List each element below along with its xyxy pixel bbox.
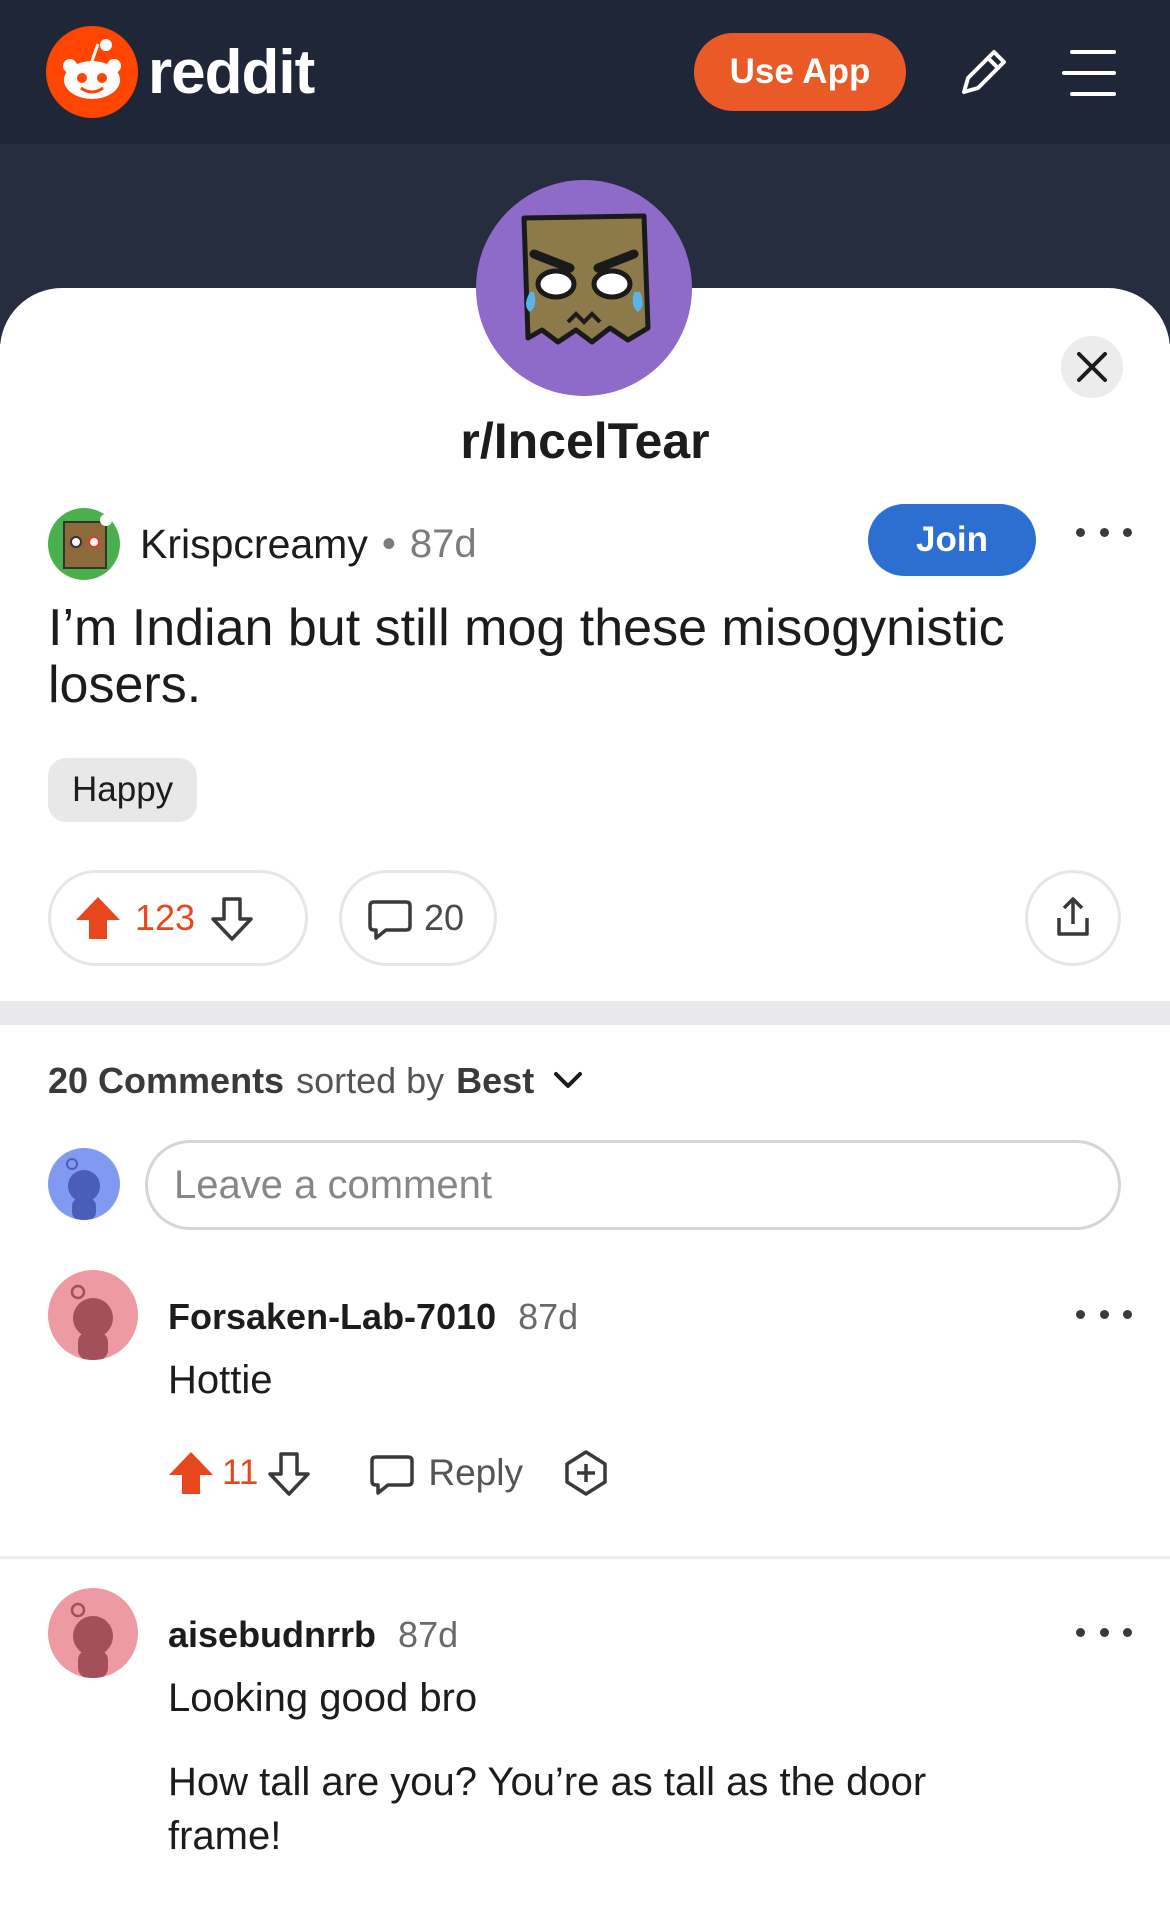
comment-username[interactable]: Forsaken-Lab-7010 87d bbox=[168, 1296, 578, 1338]
join-button[interactable]: Join bbox=[868, 504, 1036, 576]
pencil-icon[interactable] bbox=[950, 40, 1016, 106]
upvote-icon[interactable] bbox=[73, 893, 123, 943]
comment-username-text: Forsaken-Lab-7010 bbox=[168, 1296, 497, 1337]
close-button[interactable] bbox=[1061, 336, 1123, 398]
section-divider bbox=[0, 1001, 1170, 1025]
comment-divider bbox=[0, 1556, 1170, 1559]
comment-avatar[interactable] bbox=[48, 1588, 138, 1678]
downvote-icon[interactable] bbox=[209, 893, 255, 943]
top-bar: reddit Use App bbox=[0, 0, 1170, 144]
author-name[interactable]: Krispcreamy bbox=[140, 521, 368, 568]
subreddit-name[interactable]: r/IncelTear bbox=[0, 412, 1170, 470]
comment-username-text: aisebudnrrb bbox=[168, 1614, 377, 1655]
share-button[interactable] bbox=[1025, 870, 1121, 966]
comment-icon bbox=[370, 1455, 415, 1495]
menu-icon[interactable] bbox=[1058, 40, 1124, 106]
comment-age: 87d bbox=[398, 1614, 459, 1655]
reddit-logo[interactable]: reddit bbox=[46, 26, 315, 118]
comment-score: 11 bbox=[222, 1453, 259, 1492]
comment-body-line: Looking good bro bbox=[168, 1676, 478, 1720]
chevron-down-icon bbox=[554, 1072, 583, 1088]
post-age: 87d bbox=[409, 521, 477, 566]
upvote-icon[interactable] bbox=[166, 1448, 216, 1498]
sorted-by-label: sorted by bbox=[296, 1060, 445, 1101]
comments-button[interactable]: 20 bbox=[339, 870, 497, 966]
reddit-logo-icon bbox=[46, 26, 138, 118]
current-user-avatar bbox=[48, 1148, 120, 1220]
use-app-button[interactable]: Use App bbox=[694, 33, 906, 111]
meta-separator: • bbox=[381, 521, 396, 566]
comments-sort[interactable]: 20 Comments sorted by Best bbox=[48, 1060, 588, 1102]
brand-wordmark: reddit bbox=[148, 37, 315, 107]
comments-count-label: 20 Comments bbox=[48, 1060, 285, 1101]
reply-button[interactable]: Reply bbox=[368, 1449, 523, 1497]
comment-body: Hottie bbox=[168, 1358, 273, 1402]
subreddit-avatar[interactable] bbox=[476, 180, 692, 396]
post-meta: Krispcreamy • 87d bbox=[48, 508, 477, 580]
author-avatar[interactable] bbox=[48, 508, 120, 580]
post-flair[interactable]: Happy bbox=[48, 758, 198, 822]
comment-more-icon[interactable] bbox=[1076, 1620, 1132, 1644]
vote-control: 123 bbox=[48, 870, 308, 966]
downvote-icon[interactable] bbox=[266, 1448, 312, 1498]
reply-label: Reply bbox=[428, 1452, 523, 1493]
comment-actions: 11 Reply bbox=[166, 1448, 611, 1498]
comment-icon bbox=[368, 900, 412, 940]
comment-avatar[interactable] bbox=[48, 1270, 138, 1360]
comment-more-icon[interactable] bbox=[1076, 1302, 1132, 1326]
award-icon[interactable] bbox=[561, 1448, 611, 1498]
share-icon bbox=[1057, 897, 1089, 936]
sort-value: Best bbox=[456, 1060, 535, 1101]
comment-count: 20 bbox=[424, 897, 465, 938]
comment-body-line: How tall are you? You’re as tall as the … bbox=[168, 1760, 927, 1858]
comment-username[interactable]: aisebudnrrb 87d bbox=[168, 1614, 458, 1656]
post-title: I’m Indian but still mog these misogynis… bbox=[48, 599, 1005, 714]
post-score: 123 bbox=[135, 897, 196, 938]
close-icon bbox=[1077, 352, 1107, 382]
comment-age: 87d bbox=[518, 1296, 579, 1337]
comment-input[interactable] bbox=[145, 1140, 1121, 1230]
post-more-icon[interactable] bbox=[1076, 520, 1132, 544]
